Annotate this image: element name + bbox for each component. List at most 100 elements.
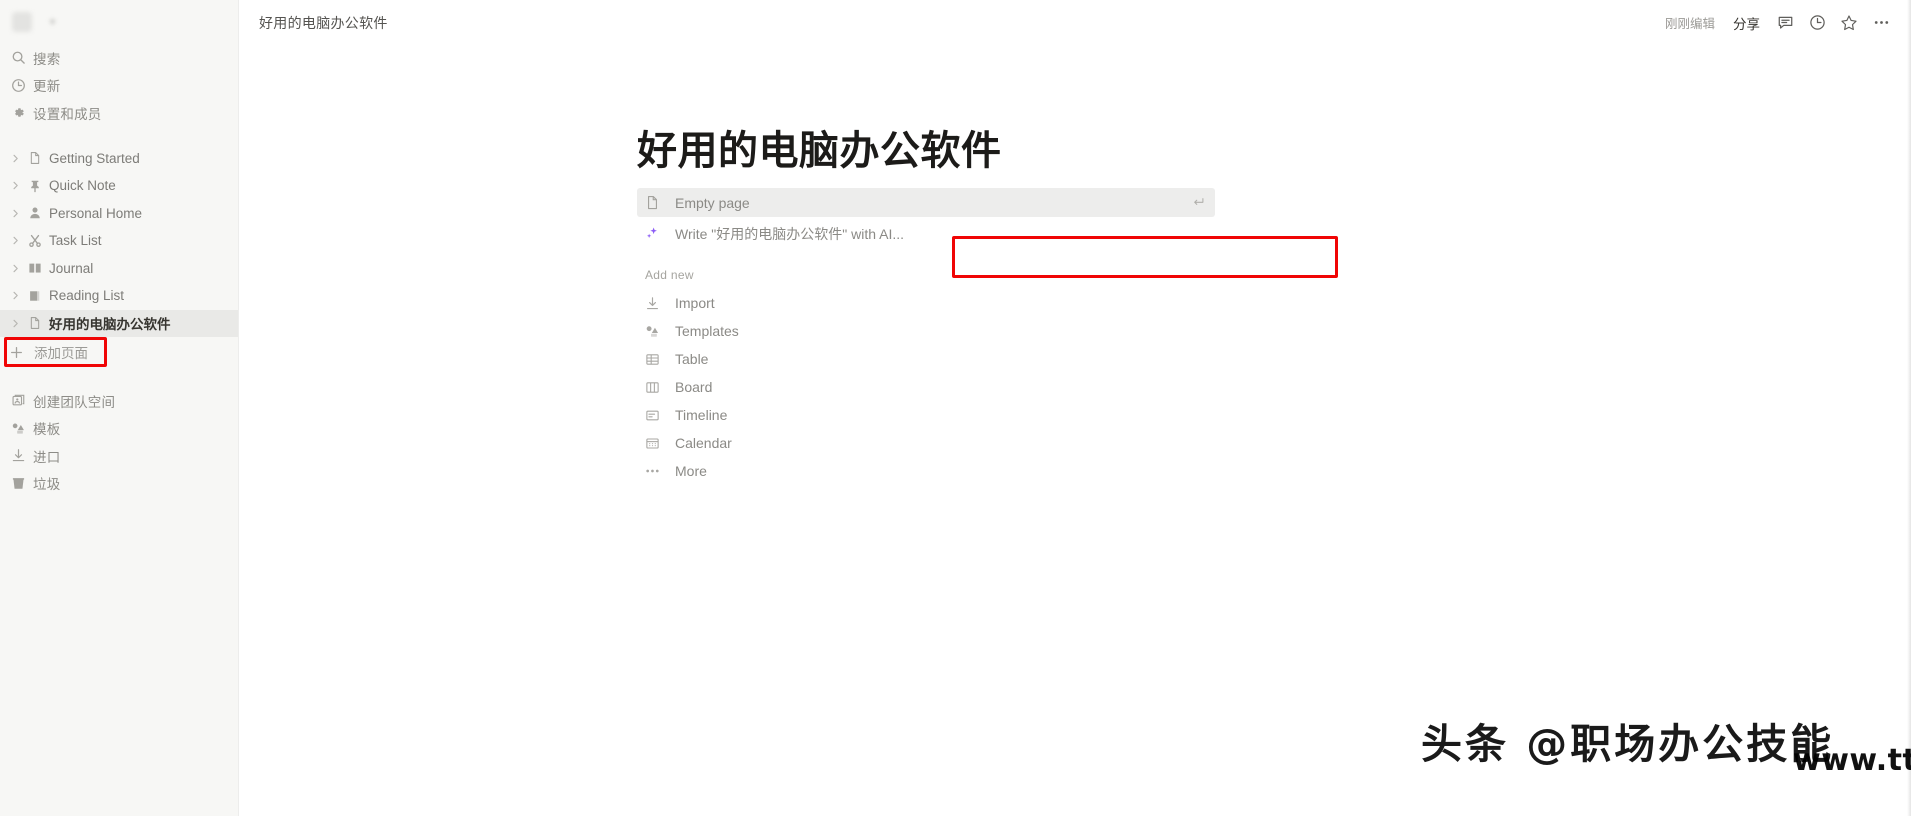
sidebar-item-settings[interactable]: 设置和成员 [0, 99, 238, 127]
add-new-more[interactable]: More [637, 457, 1215, 485]
sidebar-page-label: Personal Home [49, 205, 143, 221]
new-page-menu: Empty page Write "好用的电脑办公软件" with AI... … [637, 188, 1215, 485]
sidebar-item-label: 搜索 [33, 51, 61, 67]
chevron-right-icon[interactable] [6, 264, 24, 273]
ai-sparkle-icon [645, 226, 675, 241]
sidebar-item-search[interactable]: 搜索 [0, 44, 238, 72]
sidebar-item-updates[interactable]: 更新 [0, 72, 238, 100]
sidebar-page-tree: Getting Started Quick Note Personal Home… [0, 145, 238, 337]
sidebar-item-create-teamspace[interactable]: 创建团队空间 [0, 387, 238, 415]
search-icon [11, 50, 33, 65]
clock-update-icon [11, 78, 33, 93]
page-title[interactable]: 好用的电脑办公软件 [637, 127, 1911, 175]
document-icon [24, 151, 46, 165]
add-new-heading: Add new [645, 268, 694, 282]
sidebar-item-templates[interactable]: 模板 [0, 415, 238, 443]
chevron-right-icon[interactable] [6, 154, 24, 163]
person-icon [24, 206, 46, 220]
teamspace-icon [11, 393, 33, 408]
sidebar-page-label: 好用的电脑办公软件 [49, 317, 171, 333]
sidebar-item-label: 垃圾 [33, 477, 61, 493]
top-bar: 好用的电脑办公软件 刚刚编辑 分享 [239, 0, 1911, 45]
templates-icon [11, 421, 33, 436]
add-new-import[interactable]: Import [637, 289, 1215, 317]
add-new-board[interactable]: Board [637, 373, 1215, 401]
trash-icon [11, 476, 33, 491]
clock-history-icon[interactable] [1803, 9, 1831, 37]
option-label: Empty page [675, 194, 750, 211]
timeline-icon [645, 408, 675, 423]
add-new-label: Calendar [675, 435, 732, 451]
sidebar-page-label: Reading List [49, 288, 125, 304]
add-new-timeline[interactable]: Timeline [637, 401, 1215, 429]
add-new-label: Timeline [675, 407, 728, 423]
chevron-right-icon[interactable] [6, 291, 24, 300]
add-new-templates[interactable]: Templates [637, 317, 1215, 345]
gear-icon [11, 105, 33, 120]
add-page-button[interactable]: 添加页面 [0, 337, 238, 367]
sidebar-page-reading-list[interactable]: Reading List [0, 282, 238, 310]
breadcrumb[interactable]: 好用的电脑办公软件 [253, 10, 394, 36]
add-page-label: 添加页面 [34, 346, 88, 361]
watermark-secondary: www.tttjj.cn软件老网 [1793, 743, 1911, 778]
calendar-icon [645, 436, 675, 451]
topbar-actions: 刚刚编辑 分享 [1658, 8, 1895, 38]
page-content: 好用的电脑办公软件 Empty page Write "好用的电脑办公软件" w… [239, 45, 1911, 485]
add-new-label: Board [675, 379, 713, 395]
add-new-label: More [675, 463, 707, 479]
document-icon [24, 316, 46, 330]
sidebar-page-current[interactable]: 好用的电脑办公软件 [0, 309, 238, 337]
import-arrow-icon [645, 296, 675, 311]
more-horizontal-icon [645, 463, 675, 479]
chevron-down-icon: ▾ [50, 16, 56, 28]
templates-icon [645, 324, 675, 339]
watermark-primary: 头条 @职场办公技能 [1421, 720, 1835, 768]
sidebar-bottom-actions: 创建团队空间 模板 进口 垃圾 [0, 387, 238, 497]
sidebar-item-label: 进口 [33, 449, 61, 465]
add-new-label: Import [675, 295, 715, 311]
sidebar-page-label: Quick Note [49, 178, 116, 194]
workspace-avatar [12, 12, 32, 32]
sidebar-page-quick-note[interactable]: Quick Note [0, 172, 238, 200]
star-icon[interactable] [1835, 9, 1863, 37]
sidebar-page-label: Task List [49, 233, 102, 249]
add-new-label: Templates [675, 323, 739, 339]
scissors-icon [24, 234, 46, 248]
main-content-area: 好用的电脑办公软件 刚刚编辑 分享 好用的电脑办公软件 Empty page W… [239, 0, 1911, 816]
option-label: Write "好用的电脑办公软件" with AI... [675, 225, 905, 242]
notion-app-window: ▾ 搜索 更新 设置和成员 Getting Started Quick Note… [0, 0, 1911, 816]
option-empty-page[interactable]: Empty page [637, 188, 1215, 217]
chevron-right-icon[interactable] [6, 181, 24, 190]
comment-icon[interactable] [1771, 9, 1799, 37]
add-new-label: Table [675, 351, 709, 367]
sidebar-item-import[interactable]: 进口 [0, 442, 238, 470]
chevron-right-icon[interactable] [6, 209, 24, 218]
open-book-icon [24, 261, 46, 275]
sidebar-quick-actions: 搜索 更新 设置和成员 [0, 44, 238, 127]
sidebar-page-getting-started[interactable]: Getting Started [0, 145, 238, 173]
more-horizontal-icon[interactable] [1867, 9, 1895, 37]
sidebar-page-label: Getting Started [49, 150, 140, 166]
last-edited-label[interactable]: 刚刚编辑 [1658, 8, 1722, 37]
import-icon [11, 448, 33, 463]
enter-return-icon [1191, 196, 1205, 210]
sidebar-page-personal-home[interactable]: Personal Home [0, 200, 238, 228]
add-page-wrapper: 添加页面 [0, 337, 238, 367]
chevron-right-icon[interactable] [6, 236, 24, 245]
sidebar-item-trash[interactable]: 垃圾 [0, 470, 238, 498]
document-icon [645, 195, 675, 210]
workspace-switcher[interactable]: ▾ [0, 0, 238, 44]
pin-icon [24, 179, 46, 193]
add-new-table[interactable]: Table [637, 345, 1215, 373]
add-new-calendar[interactable]: Calendar [637, 429, 1215, 457]
sidebar-page-task-list[interactable]: Task List [0, 227, 238, 255]
option-write-with-ai[interactable]: Write "好用的电脑办公软件" with AI... [637, 219, 1215, 248]
sidebar-item-label: 更新 [33, 79, 61, 95]
share-button[interactable]: 分享 [1726, 8, 1767, 38]
sidebar-item-label: 创建团队空间 [33, 394, 116, 410]
chevron-right-icon[interactable] [6, 319, 24, 328]
sidebar-item-label: 模板 [33, 422, 61, 438]
sidebar-page-journal[interactable]: Journal [0, 255, 238, 283]
sidebar: ▾ 搜索 更新 设置和成员 Getting Started Quick Note… [0, 0, 239, 816]
plus-icon [10, 346, 34, 359]
